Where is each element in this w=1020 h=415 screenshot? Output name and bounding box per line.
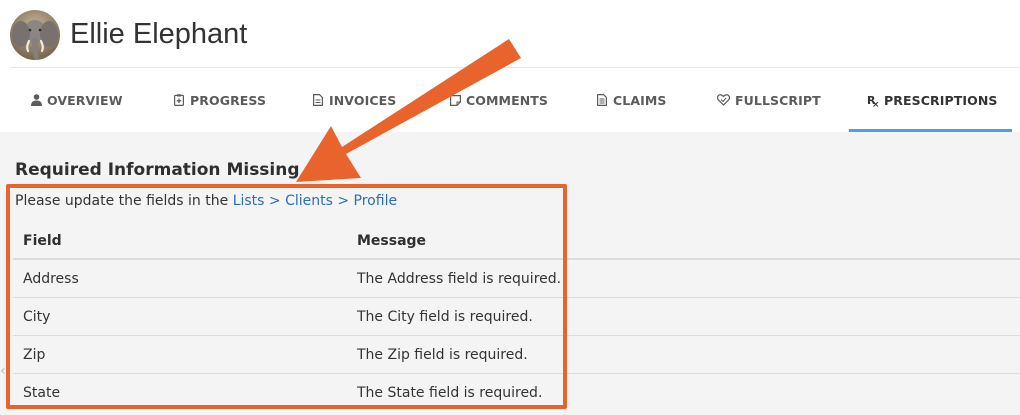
- message-cell: The Zip field is required.: [357, 347, 528, 363]
- clipboard-icon: [173, 93, 185, 107]
- column-header-message: Message: [357, 233, 427, 249]
- table-header: Field Message: [13, 224, 1020, 260]
- table-row: Address The Address field is required.: [13, 260, 1020, 298]
- document-icon: [312, 93, 324, 107]
- table-row: City The City field is required.: [13, 298, 1020, 336]
- tab-claims[interactable]: CLAIMS: [596, 68, 667, 132]
- tab-invoices[interactable]: INVOICES: [312, 68, 396, 132]
- message-cell: The Address field is required.: [357, 271, 562, 287]
- tab-progress[interactable]: PROGRESS: [173, 68, 266, 132]
- message-cell: The City field is required.: [357, 309, 533, 325]
- message-cell: The State field is required.: [357, 385, 543, 401]
- client-name: Ellie Elephant: [70, 18, 248, 50]
- prescriptions-panel: Required Information Missing Please upda…: [0, 132, 1020, 415]
- tab-fullscript[interactable]: FULLSCRIPT: [716, 68, 821, 132]
- missing-fields-table: Field Message Address The Address field …: [13, 224, 1020, 412]
- field-cell: State: [23, 385, 61, 401]
- tab-label: INVOICES: [329, 92, 397, 108]
- elephant-photo-icon: [10, 10, 60, 60]
- field-cell: Address: [23, 271, 79, 287]
- update-instructions: Please update the fields in the Lists > …: [15, 193, 397, 209]
- field-cell: Zip: [23, 347, 46, 363]
- person-icon: [30, 93, 42, 107]
- rx-icon: R: [866, 93, 879, 107]
- table-row: State The State field is required.: [13, 374, 1020, 412]
- file-list-icon: [596, 93, 608, 107]
- client-tabs: OVERVIEW PROGRESS INVOICES COMMENTS CLAI…: [0, 68, 1020, 132]
- profile-link[interactable]: Lists > Clients > Profile: [233, 193, 397, 209]
- note-icon: [449, 93, 461, 107]
- tab-label: OVERVIEW: [47, 92, 123, 108]
- tab-overview[interactable]: OVERVIEW: [30, 68, 123, 132]
- tab-comments[interactable]: COMMENTS: [449, 68, 548, 132]
- tab-label: PROGRESS: [190, 92, 267, 108]
- column-header-field: Field: [23, 233, 62, 249]
- section-title: Required Information Missing: [15, 160, 300, 180]
- client-header: Ellie Elephant: [0, 0, 1020, 68]
- tab-label: PRESCRIPTIONS: [884, 92, 998, 108]
- tab-prescriptions[interactable]: R PRESCRIPTIONS: [866, 68, 998, 132]
- collapse-chevron-icon[interactable]: ‹: [0, 363, 6, 379]
- heart-icon: [716, 93, 730, 107]
- table-row: Zip The Zip field is required.: [13, 336, 1020, 374]
- tab-label: FULLSCRIPT: [735, 92, 821, 108]
- tab-label: CLAIMS: [613, 92, 667, 108]
- tab-label: COMMENTS: [466, 92, 549, 108]
- client-avatar: [10, 10, 60, 60]
- instruction-text: Please update the fields in the: [15, 193, 233, 209]
- field-cell: City: [23, 309, 51, 325]
